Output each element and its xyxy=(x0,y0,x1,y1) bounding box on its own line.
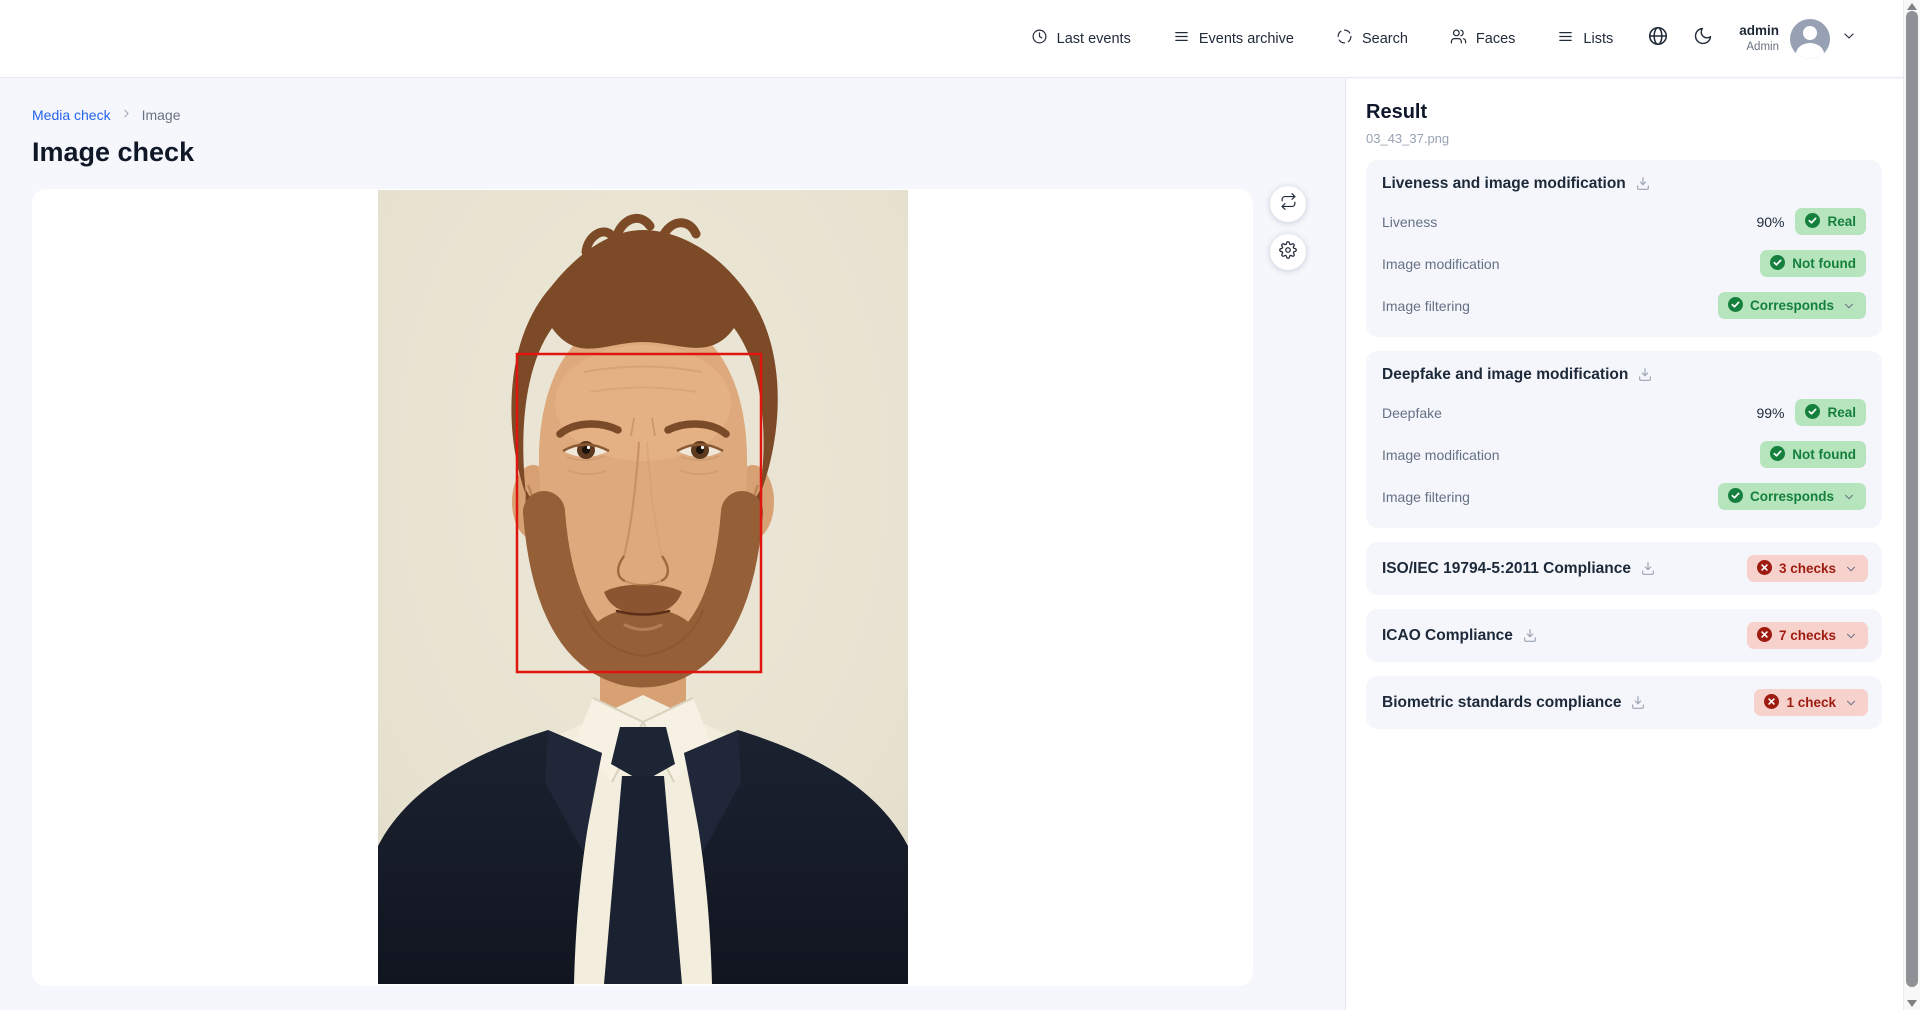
chevron-right-icon xyxy=(120,107,133,123)
content-area: Media check Image Image check xyxy=(0,79,1903,1010)
scrollbar-thumb[interactable] xyxy=(1906,11,1918,987)
download-report-button[interactable] xyxy=(1522,628,1538,644)
status-badge-expandable[interactable]: Corresponds xyxy=(1718,292,1866,319)
scroll-down-arrow[interactable] xyxy=(1907,1000,1917,1007)
menu-icon xyxy=(1557,28,1574,49)
nav-search[interactable]: Search xyxy=(1336,28,1408,49)
user-name: admin xyxy=(1739,23,1779,40)
status-badge: Not found xyxy=(1760,441,1866,468)
iso-compliance-card: ISO/IEC 19794-5:2011 Compliance 3 checks xyxy=(1366,542,1882,595)
result-row: Image modification Not found xyxy=(1382,441,1866,468)
scroll-up-arrow[interactable] xyxy=(1907,3,1917,10)
result-row: Image modification Not found xyxy=(1382,250,1866,277)
card-title: Deepfake and image modification xyxy=(1382,366,1628,384)
result-title: Result xyxy=(1366,101,1882,124)
scan-icon xyxy=(1336,28,1353,49)
nav-label: Lists xyxy=(1583,31,1613,47)
check-circle-icon xyxy=(1805,213,1820,231)
result-row: Image filtering Corresponds xyxy=(1382,483,1866,510)
status-badge: Not found xyxy=(1760,250,1866,277)
nav-label: Last events xyxy=(1057,31,1131,47)
check-circle-icon xyxy=(1728,297,1743,315)
nav-lists[interactable]: Lists xyxy=(1557,28,1613,49)
download-report-button[interactable] xyxy=(1640,561,1656,577)
breadcrumb-current: Image xyxy=(142,107,181,123)
checked-image-card xyxy=(32,189,1253,986)
result-filename: 03_43_37.png xyxy=(1366,131,1882,146)
card-title: ICAO Compliance xyxy=(1382,627,1513,645)
download-report-button[interactable] xyxy=(1635,176,1651,192)
chevron-down-icon xyxy=(1841,28,1857,49)
card-title: ISO/IEC 19794-5:2011 Compliance xyxy=(1382,560,1631,578)
nav-last-events[interactable]: Last events xyxy=(1031,28,1131,49)
globe-icon xyxy=(1647,25,1669,52)
image-settings-button[interactable] xyxy=(1270,234,1306,270)
users-icon xyxy=(1450,28,1467,49)
breadcrumb-media-check[interactable]: Media check xyxy=(32,107,111,123)
chevron-down-icon xyxy=(1844,629,1858,643)
check-circle-icon xyxy=(1728,488,1743,506)
main-nav: Last events Events archive Search Faces xyxy=(1031,28,1614,49)
chevron-down-icon xyxy=(1842,490,1856,504)
chevron-down-icon xyxy=(1844,696,1858,710)
page-scrollbar[interactable] xyxy=(1903,0,1920,1010)
dark-mode-toggle[interactable] xyxy=(1693,26,1713,51)
nav-label: Search xyxy=(1362,31,1408,47)
x-circle-icon xyxy=(1757,627,1772,645)
liveness-card: Liveness and image modification Liveness… xyxy=(1366,160,1882,337)
status-badge: Real xyxy=(1795,208,1866,235)
chevron-down-icon xyxy=(1842,299,1856,313)
user-role: Admin xyxy=(1739,40,1779,54)
list-icon xyxy=(1173,28,1190,49)
repeat-icon xyxy=(1280,193,1297,215)
nav-events-archive[interactable]: Events archive xyxy=(1173,28,1294,49)
gear-icon xyxy=(1279,241,1297,264)
result-row: Image filtering Corresponds xyxy=(1382,292,1866,319)
nav-faces[interactable]: Faces xyxy=(1450,28,1516,49)
top-nav: Last events Events archive Search Faces xyxy=(0,0,1903,78)
clock-icon xyxy=(1031,28,1048,49)
header-icon-buttons xyxy=(1647,25,1713,52)
icao-compliance-card: ICAO Compliance 7 checks xyxy=(1366,609,1882,662)
page-title: Image check xyxy=(32,137,194,168)
language-globe-button[interactable] xyxy=(1647,25,1669,52)
checked-photo xyxy=(378,190,908,984)
download-report-button[interactable] xyxy=(1630,695,1646,711)
result-row: Deepfake 99% Real xyxy=(1382,399,1866,426)
download-report-button[interactable] xyxy=(1637,367,1653,383)
chevron-down-icon xyxy=(1844,562,1858,576)
breadcrumb: Media check Image xyxy=(32,107,181,123)
failed-checks-badge[interactable]: 3 checks xyxy=(1747,555,1868,582)
nav-label: Events archive xyxy=(1199,31,1294,47)
main-area: Media check Image Image check xyxy=(0,79,1345,1010)
portrait-photo xyxy=(378,190,908,984)
nav-label: Faces xyxy=(1476,31,1516,47)
biometric-compliance-card: Biometric standards compliance 1 check xyxy=(1366,676,1882,729)
x-circle-icon xyxy=(1764,694,1779,712)
result-panel: Result 03_43_37.png Liveness and image m… xyxy=(1345,79,1903,1010)
swap-image-button[interactable] xyxy=(1270,186,1306,222)
liveness-percent: 90% xyxy=(1756,214,1784,230)
failed-checks-badge[interactable]: 1 check xyxy=(1754,689,1868,716)
status-badge-expandable[interactable]: Corresponds xyxy=(1718,483,1866,510)
deepfake-percent: 99% xyxy=(1756,405,1784,421)
check-circle-icon xyxy=(1805,404,1820,422)
failed-checks-badge[interactable]: 7 checks xyxy=(1747,622,1868,649)
app-viewport: Last events Events archive Search Faces xyxy=(0,0,1903,1010)
card-title: Liveness and image modification xyxy=(1382,175,1626,193)
x-circle-icon xyxy=(1757,560,1772,578)
result-row: Liveness 90% Real xyxy=(1382,208,1866,235)
user-menu[interactable]: admin Admin xyxy=(1739,19,1857,59)
moon-icon xyxy=(1693,26,1713,51)
check-circle-icon xyxy=(1770,446,1785,464)
status-badge: Real xyxy=(1795,399,1866,426)
check-circle-icon xyxy=(1770,255,1785,273)
card-title: Biometric standards compliance xyxy=(1382,694,1621,712)
avatar xyxy=(1790,19,1830,59)
deepfake-card: Deepfake and image modification Deepfake… xyxy=(1366,351,1882,528)
